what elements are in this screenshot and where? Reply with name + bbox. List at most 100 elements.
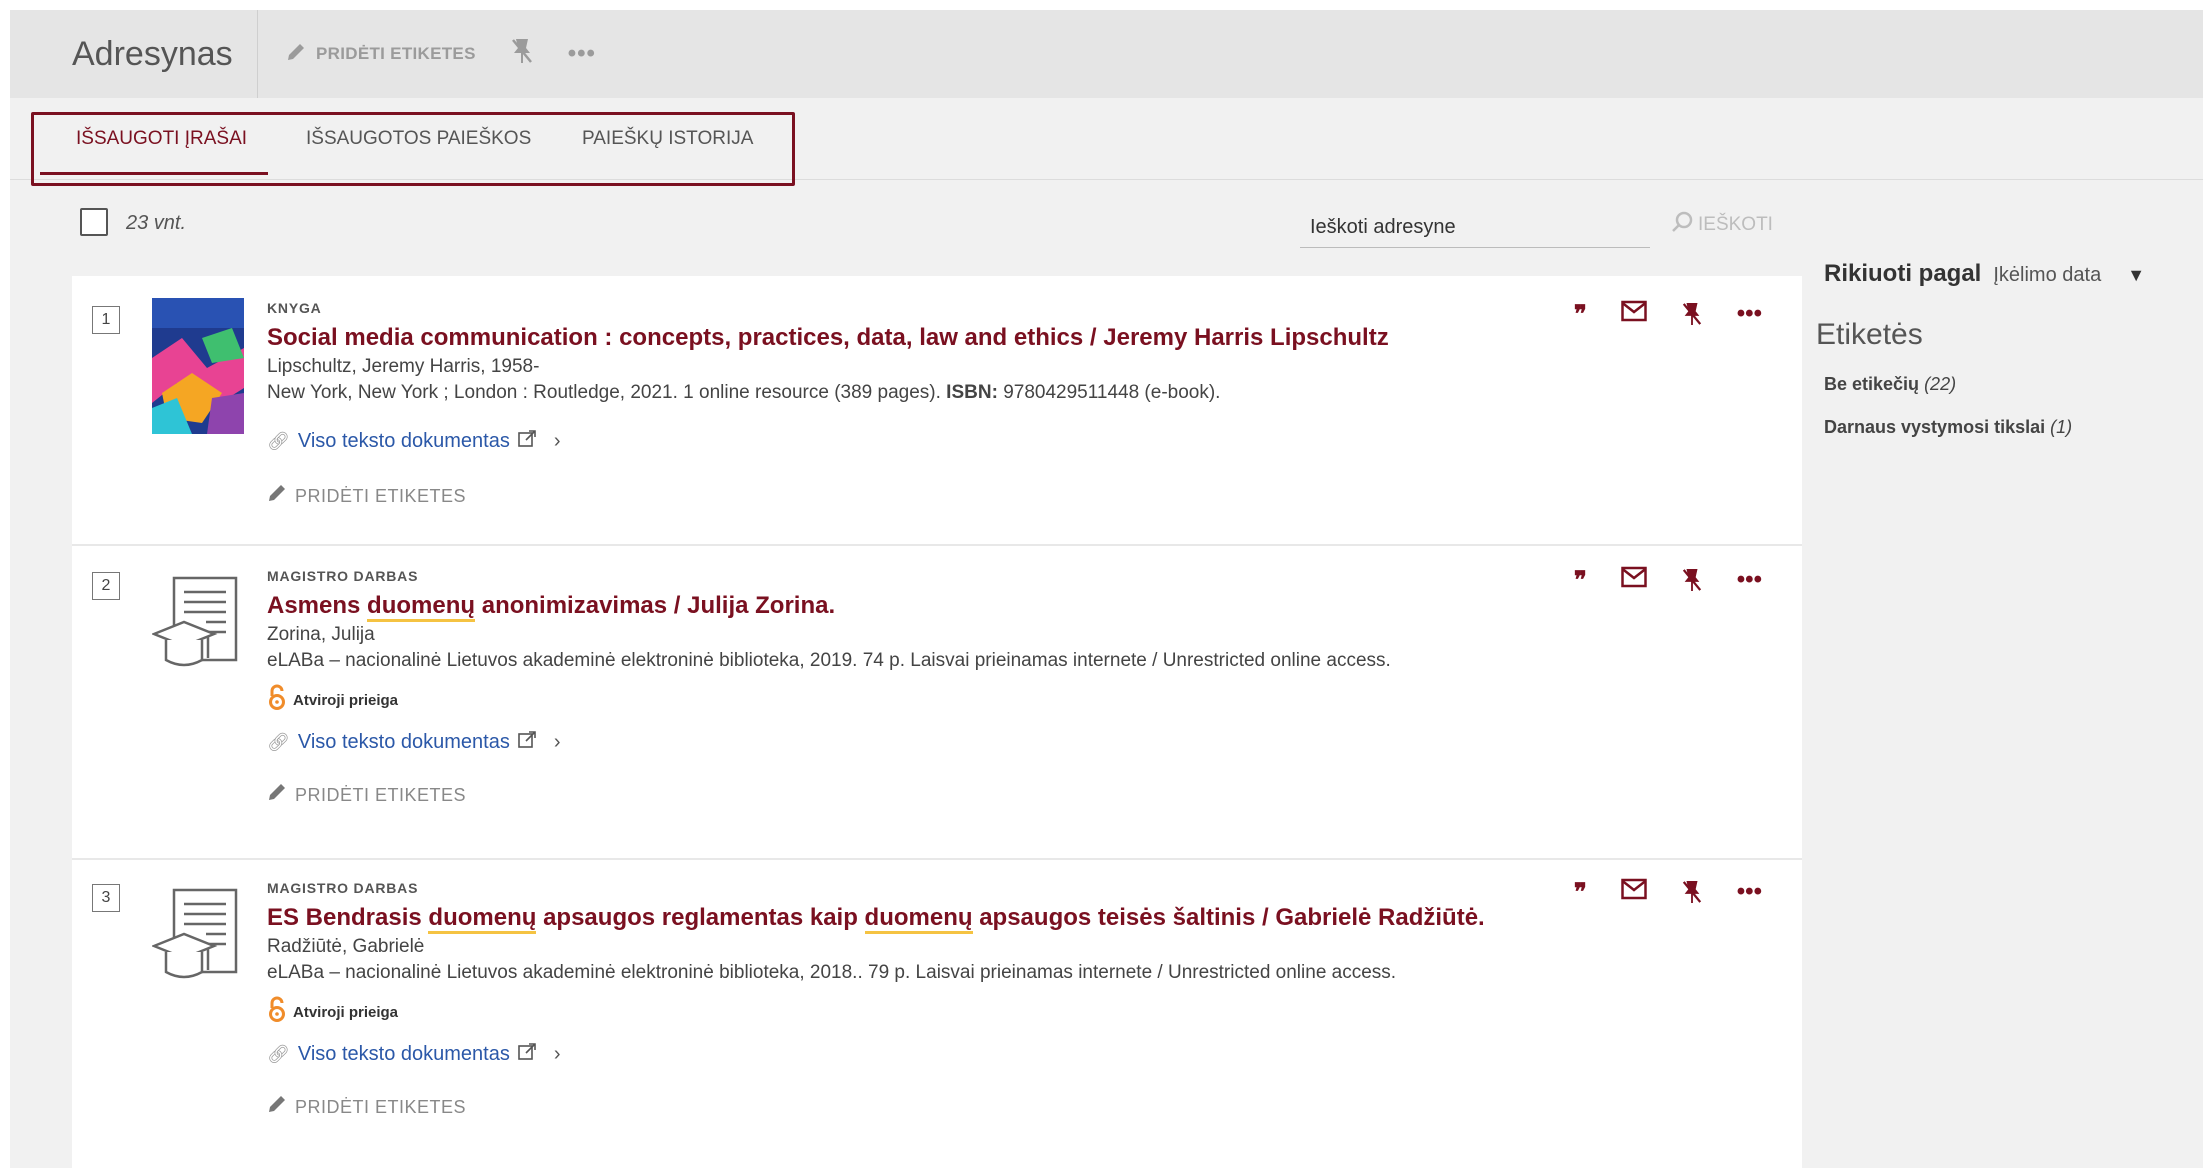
result-title[interactable]: Asmens duomenų anonimizavimas / Julija Z…: [267, 592, 1742, 622]
result-details: MAGISTRO DARBAS Asmens duomenų anonimiza…: [267, 568, 1742, 808]
unpin-icon[interactable]: [1681, 878, 1703, 913]
page-header: Adresynas PRIDĖTI ETIKETES •••: [10, 10, 2203, 98]
full-text-link[interactable]: 🔗︎ Viso teksto dokumentas ›: [267, 430, 1742, 453]
chevron-right-icon[interactable]: ›: [554, 430, 561, 453]
sort-control[interactable]: Rikiuoti pagal Įkėlimo data ▼: [1824, 260, 2200, 288]
external-icon: [518, 731, 536, 754]
result-title-part: apsaugos reglamentas kaip: [536, 904, 865, 931]
chevron-right-icon[interactable]: ›: [554, 731, 561, 754]
more-icon[interactable]: •••: [1737, 878, 1762, 913]
full-text-link-label: Viso teksto dokumentas: [297, 731, 510, 753]
add-tags-button[interactable]: PRIDĖTI ETIKETES: [267, 782, 1742, 808]
result-type: MAGISTRO DARBAS: [267, 880, 419, 896]
result-title-highlight: duomenų: [428, 904, 537, 934]
tab-saved-records[interactable]: IŠSAUGOTI ĮRAŠAI: [76, 128, 247, 166]
link-icon: 🔗︎: [267, 732, 290, 752]
add-tags-label: PRIDĖTI ETIKETES: [295, 1096, 467, 1117]
add-tags-label: PRIDĖTI ETIKETES: [295, 485, 467, 506]
full-text-link[interactable]: 🔗︎ Viso teksto dokumentas ›: [267, 731, 1742, 754]
quote-icon[interactable]: ❞: [1574, 300, 1587, 335]
quote-icon[interactable]: ❞: [1574, 878, 1587, 913]
tag-filter-item[interactable]: Be etikečių (22): [1824, 374, 2200, 395]
result-title[interactable]: ES Bendrasis duomenų apsaugos reglamenta…: [267, 904, 1742, 934]
external-icon: [518, 1043, 536, 1066]
result-publication: eLABa – nacionalinė Lietuvos akademinė e…: [267, 962, 1397, 983]
more-icon[interactable]: •••: [568, 40, 596, 68]
chevron-down-icon[interactable]: ▼: [2127, 265, 2145, 286]
tag-filter-label: Darnaus vystymosi tikslai: [1824, 417, 2046, 437]
add-tags-label: PRIDĖTI ETIKETES: [295, 784, 467, 805]
book-cover-thumbnail[interactable]: [152, 298, 244, 439]
result-number: 2: [92, 572, 120, 600]
page-title: Adresynas: [10, 10, 258, 98]
mail-icon[interactable]: [1621, 300, 1647, 335]
unpin-icon[interactable]: [1681, 300, 1703, 335]
page-frame: Adresynas PRIDĖTI ETIKETES ••• IŠSAUGOTI…: [10, 10, 2203, 1168]
full-text-link-label: Viso teksto dokumentas: [297, 1043, 510, 1065]
external-icon: [518, 430, 536, 453]
sort-value[interactable]: Įkėlimo data: [1993, 264, 2101, 287]
result-item[interactable]: 1 KNYGA Social media communication : con…: [72, 276, 1802, 546]
isbn-value: 9780429511448 (e-book).: [1003, 382, 1221, 403]
result-title-part: ES Bendrasis: [267, 904, 429, 931]
sort-label: Rikiuoti pagal: [1824, 260, 1982, 287]
link-icon: 🔗︎: [267, 431, 290, 451]
link-icon: 🔗︎: [267, 1044, 290, 1064]
pencil-icon: [267, 782, 287, 808]
result-type: MAGISTRO DARBAS: [267, 568, 419, 584]
open-access-badge: Atviroji prieiga: [267, 684, 1742, 717]
tag-filter-count: (22): [1924, 374, 1957, 394]
header-add-tags-button[interactable]: PRIDĖTI ETIKETES: [286, 42, 476, 67]
result-title-part: Asmens: [267, 592, 368, 619]
open-access-label: Atviroji prieiga: [293, 1004, 399, 1021]
result-publication: New York, New York ; London : Routledge,…: [267, 382, 1742, 404]
add-tags-button[interactable]: PRIDĖTI ETIKETES: [267, 1094, 1742, 1120]
thesis-icon: [150, 574, 248, 679]
result-actions: ❞ •••: [1574, 566, 1762, 601]
chevron-right-icon[interactable]: ›: [554, 1043, 561, 1066]
tags-heading: Etiketės: [1816, 318, 1923, 351]
thesis-icon: [150, 886, 248, 991]
tab-search-history[interactable]: PAIEŠKŲ ISTORIJA: [582, 128, 753, 166]
open-access-badge: Atviroji prieiga: [267, 996, 1742, 1029]
records-count: 23 vnt.: [126, 212, 187, 234]
results-list: 1 KNYGA Social media communication : con…: [72, 276, 1802, 1168]
unpin-icon[interactable]: [1681, 566, 1703, 601]
active-tab-indicator: [40, 172, 268, 175]
result-item[interactable]: 3 MAGISTRO DARBAS ES Bendrasis duomenų a…: [72, 860, 1802, 1168]
result-title-highlight: duomenų: [864, 904, 973, 934]
tab-saved-searches[interactable]: IŠSAUGOTOS PAIEŠKOS: [306, 128, 531, 166]
tag-filter-label: Be etikečių: [1824, 374, 1920, 394]
quote-icon[interactable]: ❞: [1574, 566, 1587, 601]
mail-icon[interactable]: [1621, 878, 1647, 913]
add-tags-button[interactable]: PRIDĖTI ETIKETES: [267, 483, 1742, 509]
result-title-part: anonimizavimas / Julija Zorina.: [475, 592, 836, 619]
open-access-label: Atviroji prieiga: [293, 692, 399, 709]
more-icon[interactable]: •••: [1737, 300, 1762, 335]
sidebar: Rikiuoti pagal Įkėlimo data ▼ Etiketės B…: [1810, 260, 2200, 438]
result-number: 1: [92, 306, 120, 334]
result-title-highlight: duomenų: [367, 592, 476, 622]
result-actions: ❞ •••: [1574, 300, 1762, 335]
pencil-icon: [286, 42, 306, 67]
result-type: KNYGA: [267, 300, 322, 316]
mail-icon[interactable]: [1621, 566, 1647, 601]
unpin-icon[interactable]: [510, 37, 534, 72]
select-all-checkbox[interactable]: [80, 208, 108, 236]
search-input[interactable]: [1300, 208, 1650, 248]
result-item[interactable]: 2 MAGISTRO DARBAS Asmens duomenų anonimi…: [72, 546, 1802, 860]
open-access-icon: [267, 684, 287, 717]
open-access-icon: [267, 996, 287, 1029]
result-number: 3: [92, 884, 120, 912]
result-publication: eLABa – nacionalinė Lietuvos akademinė e…: [267, 650, 1391, 671]
result-details: KNYGA Social media communication : conce…: [267, 300, 1742, 509]
full-text-link[interactable]: 🔗︎ Viso teksto dokumentas ›: [267, 1043, 1742, 1066]
tag-filter-count: (1): [2050, 417, 2073, 437]
result-actions: ❞ •••: [1574, 878, 1762, 913]
search-button[interactable]: IEŠKOTI: [1670, 210, 1773, 240]
tag-filter-item[interactable]: Darnaus vystymosi tikslai (1): [1824, 417, 2200, 438]
result-details: MAGISTRO DARBAS ES Bendrasis duomenų aps…: [267, 880, 1742, 1120]
result-author: Zorina, Julija: [267, 624, 375, 645]
result-title[interactable]: Social media communication : concepts, p…: [267, 324, 1742, 352]
more-icon[interactable]: •••: [1737, 566, 1762, 601]
